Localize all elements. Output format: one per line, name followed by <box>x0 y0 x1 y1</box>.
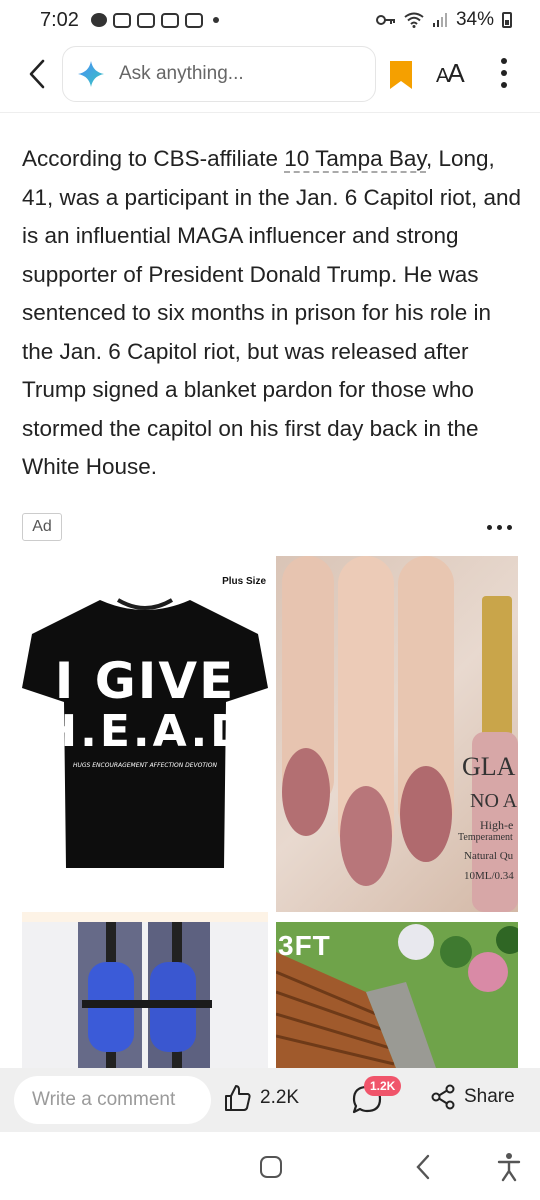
shirt-line-1: I GIVE <box>54 652 236 710</box>
comment-count-badge: 1.2K <box>364 1076 402 1096</box>
more-dot <box>501 70 507 76</box>
battery-percent: 34% <box>455 9 494 30</box>
garden-overlay-text: 3FT <box>278 930 331 961</box>
status-time: 7:02 <box>40 8 79 31</box>
more-options-button[interactable] <box>496 56 512 90</box>
status-bar: 7:02 34% <box>0 0 540 40</box>
ad-more-dot <box>507 524 512 530</box>
share-label: Share <box>464 1086 515 1107</box>
share-button[interactable]: Share <box>430 1084 515 1110</box>
ad-tile-separator <box>22 912 268 922</box>
battery-icon <box>502 12 512 28</box>
nail-line-4: Natural Qu <box>464 850 514 862</box>
accessibility-icon[interactable] <box>496 1152 522 1182</box>
ask-anything-search[interactable]: Ask anything... <box>62 46 376 102</box>
ad-label: Ad <box>22 513 62 541</box>
top-toolbar: Ask anything... AA <box>0 44 540 104</box>
font-size-button[interactable]: AA <box>436 58 465 89</box>
back-button[interactable] <box>22 54 52 94</box>
system-nav-bar <box>0 1132 540 1200</box>
bookmark-icon[interactable] <box>389 60 413 90</box>
share-icon <box>431 1084 455 1110</box>
app-notification-icon <box>112 12 131 28</box>
signal-icon <box>432 13 447 27</box>
knee-pads-image <box>78 922 212 1068</box>
app-notification-icon <box>160 12 179 28</box>
notification-icons <box>90 12 219 28</box>
write-comment-input[interactable]: Write a comment <box>14 1076 211 1124</box>
nail-line-1: NO A <box>470 790 518 812</box>
ad-tile-garden-walkway[interactable]: 3FT <box>276 922 518 1068</box>
like-button[interactable]: 2.2K <box>224 1084 299 1112</box>
message-icon <box>90 13 107 27</box>
font-size-small-a: A <box>436 65 449 87</box>
article-paragraph: According to CBS-affiliate 10 Tampa Bay,… <box>22 140 522 487</box>
ad-tile-tshirt[interactable]: Plus Size I GIVE H.E.A.D HUGS ENCOURAGEM… <box>22 556 268 912</box>
ad-options-button[interactable] <box>487 520 515 534</box>
nail-line-5: 10ML/0.34 <box>464 870 514 882</box>
shirt-line-2: H.E.A.D <box>40 706 250 757</box>
ad-tile-knee-pads[interactable] <box>22 922 268 1068</box>
system-back-icon[interactable] <box>412 1152 436 1182</box>
nail-brand: GLA <box>462 752 516 781</box>
font-size-big-a: A <box>447 58 464 88</box>
status-right: 34% <box>375 9 512 31</box>
wifi-icon <box>404 12 424 28</box>
article-text-rest: , Long, 41, was a participant in the Jan… <box>22 146 522 479</box>
search-placeholder: Ask anything... <box>119 63 244 84</box>
more-notifications-dot <box>212 17 219 23</box>
bottom-action-bar: Write a comment 2.2K 1.2K Share <box>0 1068 540 1132</box>
toolbar-divider <box>0 112 540 113</box>
article-link-10-tampa-bay[interactable]: 10 Tampa Bay <box>284 146 426 173</box>
more-dot <box>501 82 507 88</box>
ad-more-dot <box>497 524 502 530</box>
more-dot <box>501 58 507 64</box>
chevron-left-icon <box>29 59 45 89</box>
nail-line-2: High-e <box>480 818 514 832</box>
key-icon <box>375 15 395 25</box>
like-count: 2.2K <box>260 1087 300 1108</box>
nail-line-3: Temperament <box>458 832 513 843</box>
home-button[interactable] <box>260 1156 282 1178</box>
ad-tile-nail-polish[interactable]: GLA NO A High-e Temperament Natural Qu 1… <box>276 556 518 912</box>
sparkle-icon <box>78 61 104 87</box>
ad-more-dot <box>487 524 492 530</box>
app-notification-icon <box>136 12 155 28</box>
shirt-subline: HUGS ENCOURAGEMENT AFFECTION DEVOTION <box>72 762 218 769</box>
article-text-start: According to CBS-affiliate <box>22 146 285 171</box>
thumbs-up-icon <box>225 1085 251 1111</box>
app-notification-icon <box>184 12 203 28</box>
